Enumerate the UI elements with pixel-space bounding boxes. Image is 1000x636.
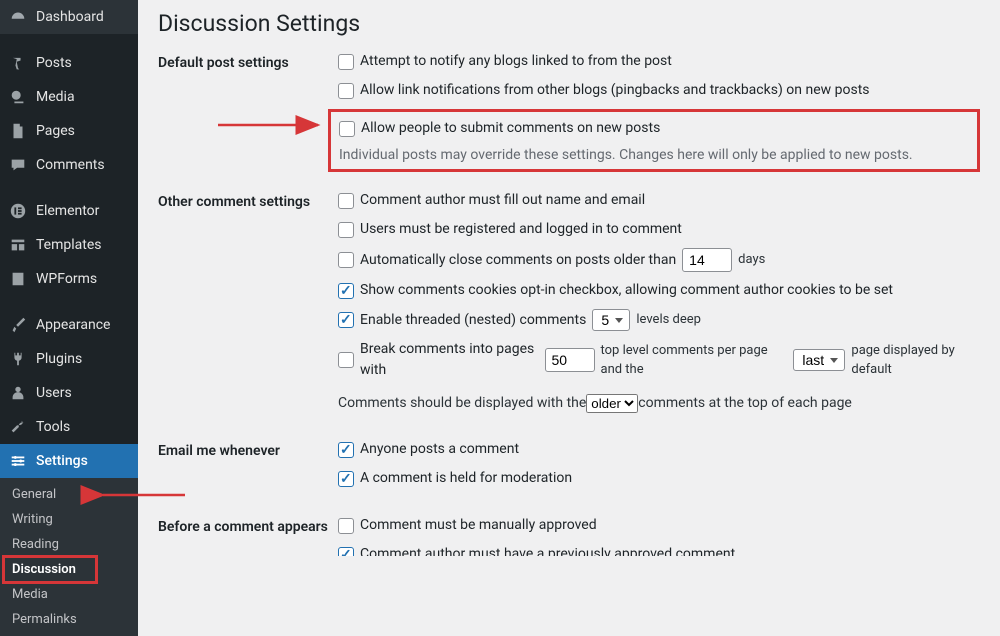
checkbox-paginate[interactable]: [338, 352, 354, 368]
label-held-moderation: A comment is held for moderation: [360, 468, 572, 489]
select-thread-levels[interactable]: 5: [592, 309, 630, 331]
tool-icon: [8, 417, 28, 437]
sidebar-label: Elementor: [36, 203, 99, 219]
label-allow-comments: Allow people to submit comments on new p…: [361, 118, 660, 139]
page-title: Discussion Settings: [158, 10, 980, 37]
main-content: Discussion Settings Default post setting…: [138, 0, 1000, 556]
submenu-reading[interactable]: Reading: [0, 532, 138, 557]
label-registered: Users must be registered and logged in t…: [360, 219, 682, 240]
settings-icon: [8, 451, 28, 471]
media-icon: [8, 87, 28, 107]
sidebar-label: Appearance: [36, 317, 110, 333]
sidebar-item-wpforms[interactable]: WPForms: [0, 262, 138, 296]
label-display-prefix: Comments should be displayed with the: [338, 389, 586, 417]
label-auto-close-prefix: Automatically close comments on posts ol…: [360, 250, 676, 271]
admin-sidebar: Dashboard Posts Media Pages Comments Ele…: [0, 0, 138, 556]
section-heading: Default post settings: [158, 51, 338, 172]
sidebar-item-elementor[interactable]: Elementor: [0, 194, 138, 228]
label-notify-blogs: Attempt to notify any blogs linked to fr…: [360, 51, 672, 72]
input-close-days[interactable]: [682, 248, 732, 272]
label-anyone-posts: Anyone posts a comment: [360, 439, 519, 460]
checkbox-threaded[interactable]: [338, 312, 354, 328]
settings-submenu: General Writing Reading Discussion Media…: [0, 478, 138, 636]
checkbox-manual-approve[interactable]: [338, 518, 354, 534]
sidebar-item-settings[interactable]: Settings: [0, 444, 138, 478]
sidebar-item-appearance[interactable]: Appearance: [0, 308, 138, 342]
sidebar-item-pages[interactable]: Pages: [0, 114, 138, 148]
label-cookies: Show comments cookies opt-in checkbox, a…: [360, 280, 893, 301]
sidebar-item-media[interactable]: Media: [0, 80, 138, 114]
label-prev-approved: Comment author must have a previously ap…: [360, 544, 735, 556]
checkbox-pingbacks[interactable]: [338, 83, 354, 99]
checkbox-name-email[interactable]: [338, 193, 354, 209]
label-paginate-mid: top level comments per page and the: [601, 341, 788, 380]
label-threaded-suffix: levels deep: [636, 310, 701, 330]
label-auto-close-suffix: days: [738, 250, 765, 270]
sidebar-label: WPForms: [36, 271, 97, 287]
label-paginate-suffix: page displayed by default: [851, 341, 980, 380]
sidebar-label: Users: [36, 385, 72, 401]
plugin-icon: [8, 349, 28, 369]
sidebar-label: Dashboard: [36, 9, 104, 25]
submenu-label: Discussion: [12, 562, 76, 577]
sidebar-item-posts[interactable]: Posts: [0, 46, 138, 80]
sidebar-item-templates[interactable]: Templates: [0, 228, 138, 262]
submenu-general[interactable]: General: [0, 482, 138, 507]
sidebar-label: Comments: [36, 157, 105, 173]
checkbox-registered[interactable]: [338, 222, 354, 238]
sidebar-label: Tools: [36, 419, 70, 435]
checkbox-held-moderation[interactable]: [338, 471, 354, 487]
templates-icon: [8, 235, 28, 255]
label-display-suffix: comments at the top of each page: [638, 389, 852, 417]
hint-override: Individual posts may override these sett…: [339, 147, 969, 163]
input-per-page[interactable]: [545, 348, 595, 372]
user-icon: [8, 383, 28, 403]
sidebar-label: Media: [36, 89, 75, 105]
wpforms-icon: [8, 269, 28, 289]
select-display-order[interactable]: older: [586, 394, 638, 413]
checkbox-cookies[interactable]: [338, 283, 354, 299]
section-heading: Email me whenever: [158, 439, 338, 497]
label-threaded-prefix: Enable threaded (nested) comments: [360, 310, 586, 331]
checkbox-auto-close[interactable]: [338, 252, 354, 268]
submenu-permalinks[interactable]: Permalinks: [0, 607, 138, 632]
section-other-comment: Other comment settings Comment author mu…: [158, 190, 980, 417]
annotation-highlight-box: Allow people to submit comments on new p…: [328, 109, 980, 172]
checkbox-prev-approved[interactable]: [338, 547, 354, 557]
section-before-appears: Before a comment appears Comment must be…: [158, 515, 980, 556]
dashboard-icon: [8, 7, 28, 27]
section-email-me: Email me whenever Anyone posts a comment…: [158, 439, 980, 497]
brush-icon: [8, 315, 28, 335]
sidebar-item-plugins[interactable]: Plugins: [0, 342, 138, 376]
sidebar-item-comments[interactable]: Comments: [0, 148, 138, 182]
sidebar-item-dashboard[interactable]: Dashboard: [0, 0, 138, 34]
page-icon: [8, 121, 28, 141]
sidebar-item-tools[interactable]: Tools: [0, 410, 138, 444]
label-name-email: Comment author must fill out name and em…: [360, 190, 645, 211]
sidebar-label: Posts: [36, 55, 72, 71]
sidebar-label: Templates: [36, 237, 102, 253]
sidebar-item-users[interactable]: Users: [0, 376, 138, 410]
section-default-post: Default post settings Attempt to notify …: [158, 51, 980, 172]
sidebar-label: Pages: [36, 123, 75, 139]
label-manual-approve: Comment must be manually approved: [360, 515, 597, 536]
section-heading: Other comment settings: [158, 190, 338, 417]
elementor-icon: [8, 201, 28, 221]
submenu-writing[interactable]: Writing: [0, 507, 138, 532]
submenu-media[interactable]: Media: [0, 582, 138, 607]
submenu-discussion[interactable]: Discussion: [0, 557, 138, 582]
label-paginate-prefix: Break comments into pages with: [360, 339, 539, 381]
checkbox-allow-comments[interactable]: [339, 121, 355, 137]
section-heading: Before a comment appears: [158, 515, 338, 556]
sidebar-label: Settings: [36, 453, 88, 469]
comment-icon: [8, 155, 28, 175]
checkbox-anyone-posts[interactable]: [338, 442, 354, 458]
label-pingbacks: Allow link notifications from other blog…: [360, 80, 870, 101]
select-default-page[interactable]: last: [793, 349, 845, 371]
sidebar-label: Plugins: [36, 351, 82, 367]
checkbox-notify-blogs[interactable]: [338, 54, 354, 70]
pin-icon: [8, 53, 28, 73]
